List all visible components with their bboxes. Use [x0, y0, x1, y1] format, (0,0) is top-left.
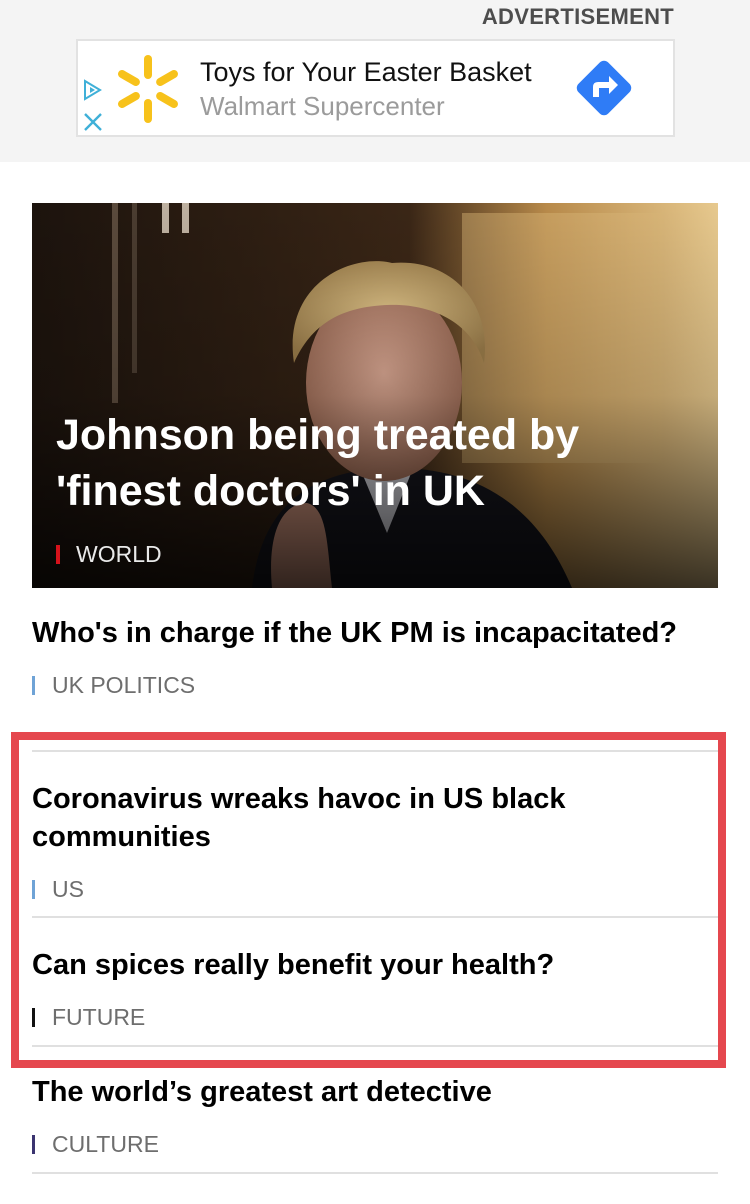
hero-section-tag[interactable]: WORLD: [56, 541, 162, 568]
section-tag[interactable]: UK POLITICS: [32, 672, 718, 699]
section-tag-label: CULTURE: [52, 1131, 159, 1157]
directions-icon[interactable]: [571, 55, 637, 121]
adchoices-icon[interactable]: [82, 79, 104, 101]
ad-title[interactable]: Toys for Your Easter Basket: [200, 57, 532, 88]
highlight-box: [11, 732, 726, 1068]
list-item[interactable]: The world’s greatest art detective CULTU…: [32, 1073, 718, 1158]
walmart-spark-icon: [118, 55, 178, 123]
tag-accent-bar: [32, 676, 35, 695]
ad-banner[interactable]: Toys for Your Easter Basket Walmart Supe…: [76, 39, 675, 137]
ad-area: ADVERTISEMENT Toys for Your Easter Baske…: [0, 0, 750, 162]
ad-label: ADVERTISEMENT: [481, 4, 674, 29]
list-item[interactable]: Who's in charge if the UK PM is incapaci…: [32, 614, 718, 699]
tag-accent-bar: [32, 1135, 35, 1154]
close-icon[interactable]: [82, 111, 104, 133]
article-headline[interactable]: Who's in charge if the UK PM is incapaci…: [32, 614, 718, 652]
hero-headline[interactable]: Johnson being treated by 'finest doctors…: [56, 407, 696, 519]
section-tag[interactable]: CULTURE: [32, 1131, 718, 1158]
hero-photo: [32, 203, 718, 588]
section-tag-label: UK POLITICS: [52, 672, 196, 698]
ad-subtitle: Walmart Supercenter: [200, 91, 445, 121]
hero-story[interactable]: Johnson being treated by 'finest doctors…: [32, 203, 718, 588]
divider: [32, 1172, 718, 1174]
article-headline[interactable]: The world’s greatest art detective: [32, 1073, 718, 1111]
